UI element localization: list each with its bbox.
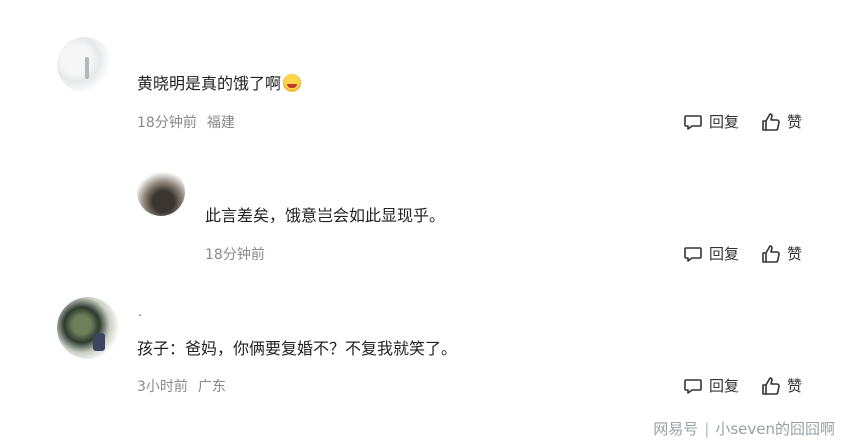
comment-meta: 3小时前 广东	[137, 376, 226, 396]
watermark-brand: 网易号	[653, 420, 699, 438]
reply-icon	[684, 246, 702, 262]
comment-location: 广东	[197, 379, 226, 395]
thumbs-up-icon	[762, 244, 780, 263]
comment-actions: 回复 赞	[683, 243, 802, 264]
comment-meta: 18分钟前	[205, 244, 265, 264]
comment-time: 18分钟前	[205, 247, 265, 263]
like-button[interactable]: 赞	[761, 243, 802, 264]
comment-text: 此言差矣，饿意岂会如此显现乎。	[205, 206, 446, 225]
like-label: 赞	[787, 377, 803, 395]
watermark: 网易号 | 小seven的囧囧啊	[653, 418, 835, 439]
comment-actions: 回复 赞	[683, 375, 802, 396]
comment-meta: 18分钟前 福建	[137, 112, 235, 132]
avatar[interactable]	[57, 297, 119, 359]
reply-label: 回复	[709, 377, 740, 395]
like-button[interactable]: 赞	[761, 111, 802, 132]
thumbs-up-icon	[762, 376, 780, 395]
comment-location: 福建	[206, 115, 235, 131]
like-label: 赞	[787, 113, 803, 131]
watermark-separator: |	[704, 420, 710, 438]
username[interactable]: .	[138, 305, 142, 319]
like-label: 赞	[787, 245, 803, 263]
comment-text: 黄晓明是真的饿了啊	[137, 74, 302, 94]
avatar[interactable]	[57, 37, 113, 93]
reply-button[interactable]: 回复	[683, 111, 739, 132]
comment-time: 18分钟前	[137, 115, 197, 131]
avatar[interactable]	[137, 168, 185, 216]
like-button[interactable]: 赞	[761, 375, 802, 396]
comment-text: 孩子：爸妈，你俩要复婚不？不复我就笑了。	[137, 339, 458, 358]
smile-emoji-icon	[283, 74, 302, 92]
cut-off-text-fragment	[140, 0, 220, 4]
watermark-author: 小seven的囧囧啊	[715, 420, 835, 438]
comment-time: 3小时前	[137, 379, 188, 395]
thumbs-up-icon	[762, 112, 780, 131]
reply-icon	[684, 114, 702, 130]
reply-label: 回复	[709, 245, 740, 263]
reply-label: 回复	[709, 113, 740, 131]
reply-button[interactable]: 回复	[683, 375, 739, 396]
reply-icon	[684, 378, 702, 394]
comment-actions: 回复 赞	[683, 111, 802, 132]
reply-button[interactable]: 回复	[683, 243, 739, 264]
